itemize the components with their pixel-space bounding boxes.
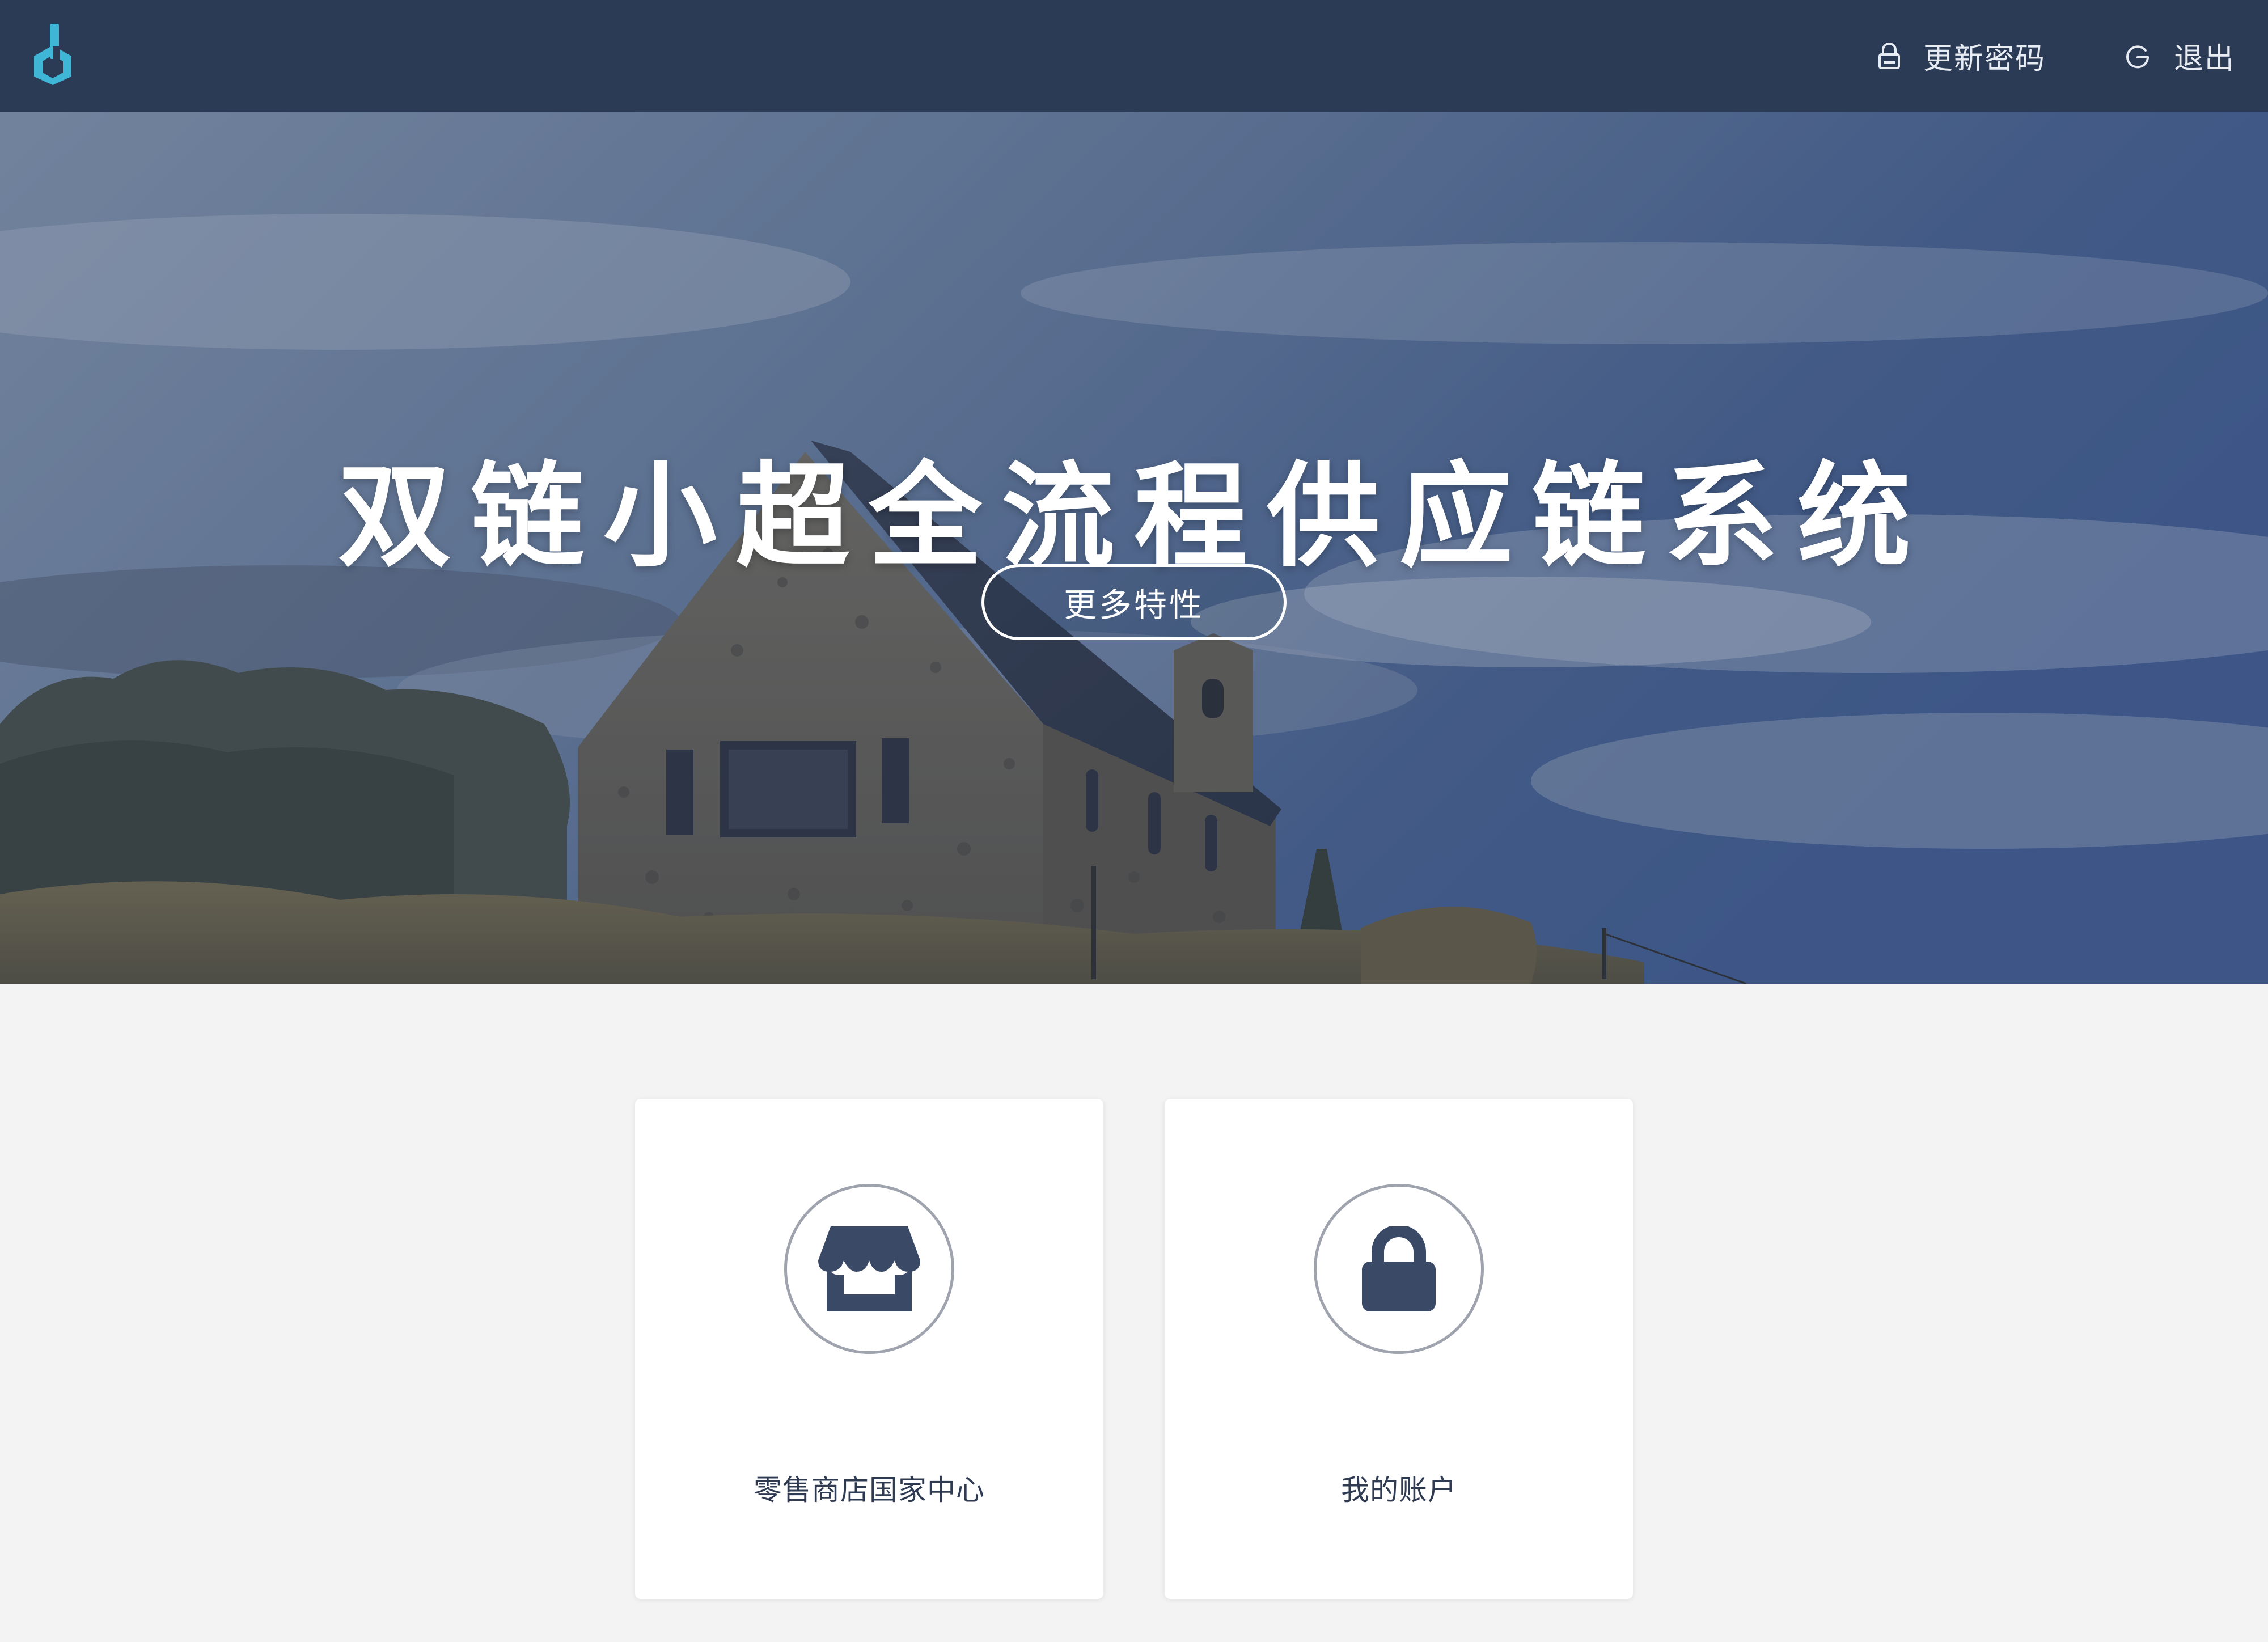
- logout-label: 退出: [2174, 42, 2236, 76]
- my-account-label: 我的账户: [1341, 1474, 1457, 1506]
- hexagon-logo-icon[interactable]: [28, 24, 77, 85]
- retail-store-label: 零售商店国家中心: [754, 1474, 985, 1506]
- top-navigation-bar: 更新密码 退出: [0, 0, 2268, 112]
- icon-circle: [784, 1184, 954, 1354]
- storefront-icon: [818, 1226, 920, 1311]
- retail-store-card[interactable]: 零售商店国家中心: [635, 1099, 1103, 1599]
- my-account-card[interactable]: 我的账户: [1165, 1099, 1633, 1599]
- change-password-button[interactable]: 更新密码: [1878, 0, 2046, 112]
- padlock-icon: [1362, 1226, 1436, 1311]
- lock-icon: [1878, 42, 1900, 69]
- logout-button[interactable]: 退出: [2124, 0, 2235, 112]
- more-features-button[interactable]: 更多特性: [981, 564, 1287, 640]
- change-password-label: 更新密码: [1923, 42, 2046, 76]
- refresh-logout-icon: [2126, 45, 2149, 68]
- icon-circle: [1314, 1184, 1484, 1354]
- hero-banner: 双链小超全流程供应链系统 更多特性: [0, 112, 2268, 984]
